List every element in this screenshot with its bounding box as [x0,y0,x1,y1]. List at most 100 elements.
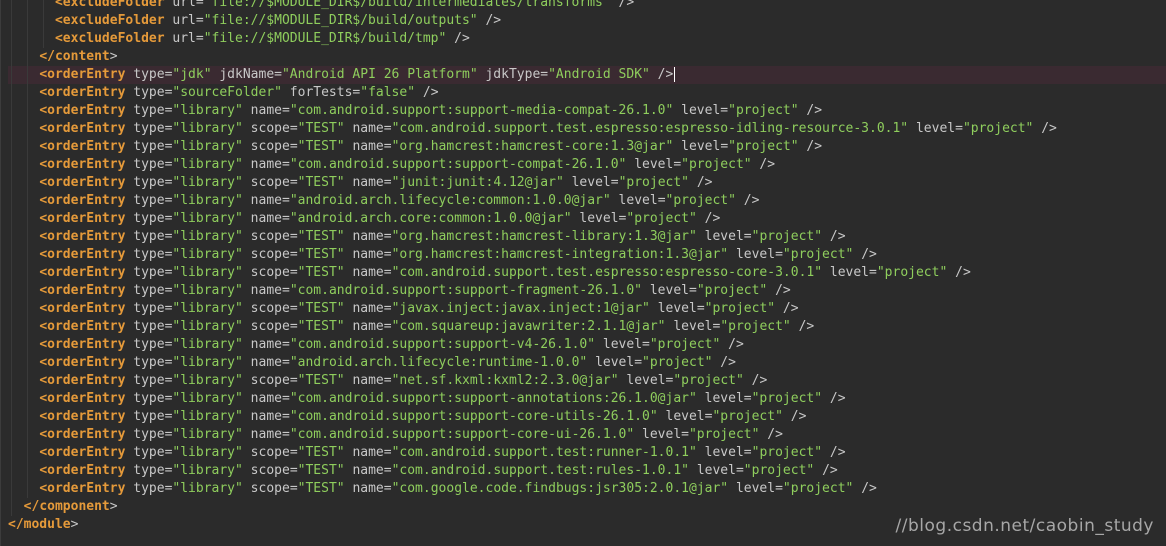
code-line-current[interactable]: <orderEntry type="jdk" jdkName="Android … [8,66,1166,84]
xml-attribute-value: "project" [728,103,799,118]
code-line[interactable]: <orderEntry type="library" name="com.and… [8,102,1166,120]
code-line[interactable]: <orderEntry type="library" scope="TEST" … [8,372,1166,390]
xml-equals: = [289,247,298,262]
indent-guide [27,174,28,192]
code-line[interactable]: <orderEntry type="library" scope="TEST" … [8,300,1166,318]
xml-tag-close: > [70,517,79,532]
xml-attribute-name: type [133,121,165,136]
code-line[interactable]: <orderEntry type="library" name="com.and… [8,426,1166,444]
xml-attribute-value: "false" [360,85,416,100]
xml-tag-name: excludeFolder [62,13,165,28]
code-line[interactable]: <orderEntry type="library" scope="TEST" … [8,138,1166,156]
xml-attribute-value: "project" [696,283,768,298]
xml-attribute-value: "project" [782,247,854,262]
xml-equals: = [383,121,392,136]
xml-equals: = [955,121,963,136]
xml-equals: = [383,175,392,190]
code-line[interactable]: <excludeFolder url="file://$MODULE_DIR$/… [8,0,1166,12]
xml-attribute-value: "project" [751,445,823,460]
code-line[interactable]: <orderEntry type="library" scope="TEST" … [8,444,1166,462]
code-line[interactable]: <orderEntry type="library" name="android… [8,192,1166,210]
xml-attribute-name: level [595,355,635,370]
xml-attribute-name: type [133,85,165,100]
xml-attribute-name: name [352,139,384,154]
xml-tag-open: < [39,265,48,280]
xml-equals: = [281,409,290,424]
indent-guide [11,84,12,102]
xml-tag-name: module [23,517,71,532]
indent-guide [27,408,28,426]
xml-attribute-value: "project" [751,229,823,244]
xml-attribute-name: scope [250,481,290,496]
indent-guide [27,462,28,480]
code-line[interactable]: <orderEntry type="library" scope="TEST" … [8,174,1166,192]
xml-equals: = [383,139,392,154]
xml-equals: = [869,265,877,280]
xml-attribute-value: "com.android.support.test:runner-1.0.1" [391,445,697,460]
xml-attribute-value: "com.squareup:javawriter:2.1.1@jar" [391,319,666,334]
xml-attribute-value: "project" [681,157,752,172]
xml-attribute-value: "Android API 26 Platform" [281,67,478,82]
xml-attribute-name: level [696,463,736,478]
xml-tag-name: orderEntry [47,139,126,154]
xml-attribute-value: "Android SDK" [548,67,650,82]
xml-equals: = [681,427,689,442]
xml-tag-open: < [39,211,48,226]
code-line[interactable]: <orderEntry type="library" scope="TEST" … [8,228,1166,246]
xml-attribute-name: scope [250,265,290,280]
code-line[interactable]: <orderEntry type="library" scope="TEST" … [8,318,1166,336]
xml-attribute-name: scope [250,301,290,316]
code-line[interactable]: <orderEntry type="library" scope="TEST" … [8,264,1166,282]
code-line[interactable]: <orderEntry type="sourceFolder" forTests… [8,84,1166,102]
code-line[interactable]: <orderEntry type="library" scope="TEST" … [8,462,1166,480]
xml-equals: = [289,373,298,388]
xml-attribute-name: type [133,157,165,172]
xml-equals: = [610,175,619,190]
code-line[interactable]: </content> [8,48,1166,66]
indent-guide [11,336,12,354]
xml-attribute-name: type [133,409,165,424]
indent-guide [11,462,12,480]
code-line[interactable]: <orderEntry type="library" name="com.and… [8,156,1166,174]
code-line[interactable]: <orderEntry type="library" scope="TEST" … [8,246,1166,264]
xml-tag-close: /> [798,139,823,154]
xml-attribute-name: name [352,121,384,136]
xml-tag-open: < [54,13,63,28]
xml-attribute-name: name [352,229,384,244]
xml-equals: = [383,445,392,460]
code-line[interactable]: <orderEntry type="library" name="com.and… [8,408,1166,426]
code-line[interactable]: <excludeFolder url="file://$MODULE_DIR$/… [8,12,1166,30]
xml-tag-close: /> [610,0,635,10]
xml-attribute-value: "project" [751,391,823,406]
xml-attribute-name: type [133,103,165,118]
code-line[interactable]: <orderEntry type="library" name="android… [8,354,1166,372]
xml-tag-open: < [39,409,48,424]
xml-attribute-name: level [618,193,658,208]
code-line[interactable]: <orderEntry type="library" name="com.and… [8,336,1166,354]
xml-equals: = [281,427,290,442]
code-line[interactable]: <orderEntry type="library" name="android… [8,210,1166,228]
code-editor[interactable]: <excludeFolder url="file://$MODULE_DIR$/… [0,0,1166,546]
xml-attribute-value: "library" [172,373,243,388]
xml-equals: = [720,139,729,154]
xml-attribute-name: scope [250,247,290,262]
indent-guide [27,120,28,138]
xml-attribute-value: "org.hamcrest:hamcrest-core:1.3@jar" [391,139,674,154]
code-line[interactable]: <excludeFolder url="file://$MODULE_DIR$/… [8,30,1166,48]
xml-equals: = [281,103,290,118]
xml-attribute-value: "project" [782,481,854,496]
xml-attribute-name: level [649,283,689,298]
indent-guide [27,192,28,210]
indent-guide [27,228,28,246]
xml-tag-name: orderEntry [47,445,126,460]
xml-tag-open: < [39,301,48,316]
xml-equals: = [281,391,290,406]
xml-attribute-value: "TEST" [297,229,345,244]
code-line[interactable]: <orderEntry type="library" name="com.and… [8,282,1166,300]
code-line[interactable]: </component> [8,498,1166,516]
xml-attribute-value: "javax.inject:javax.inject:1@jar" [391,301,650,316]
code-lines[interactable]: <excludeFolder url="file://$MODULE_DIR$/… [8,0,1166,534]
code-line[interactable]: <orderEntry type="library" scope="TEST" … [8,480,1166,498]
code-line[interactable]: <orderEntry type="library" name="com.and… [8,390,1166,408]
code-line[interactable]: <orderEntry type="library" scope="TEST" … [8,120,1166,138]
